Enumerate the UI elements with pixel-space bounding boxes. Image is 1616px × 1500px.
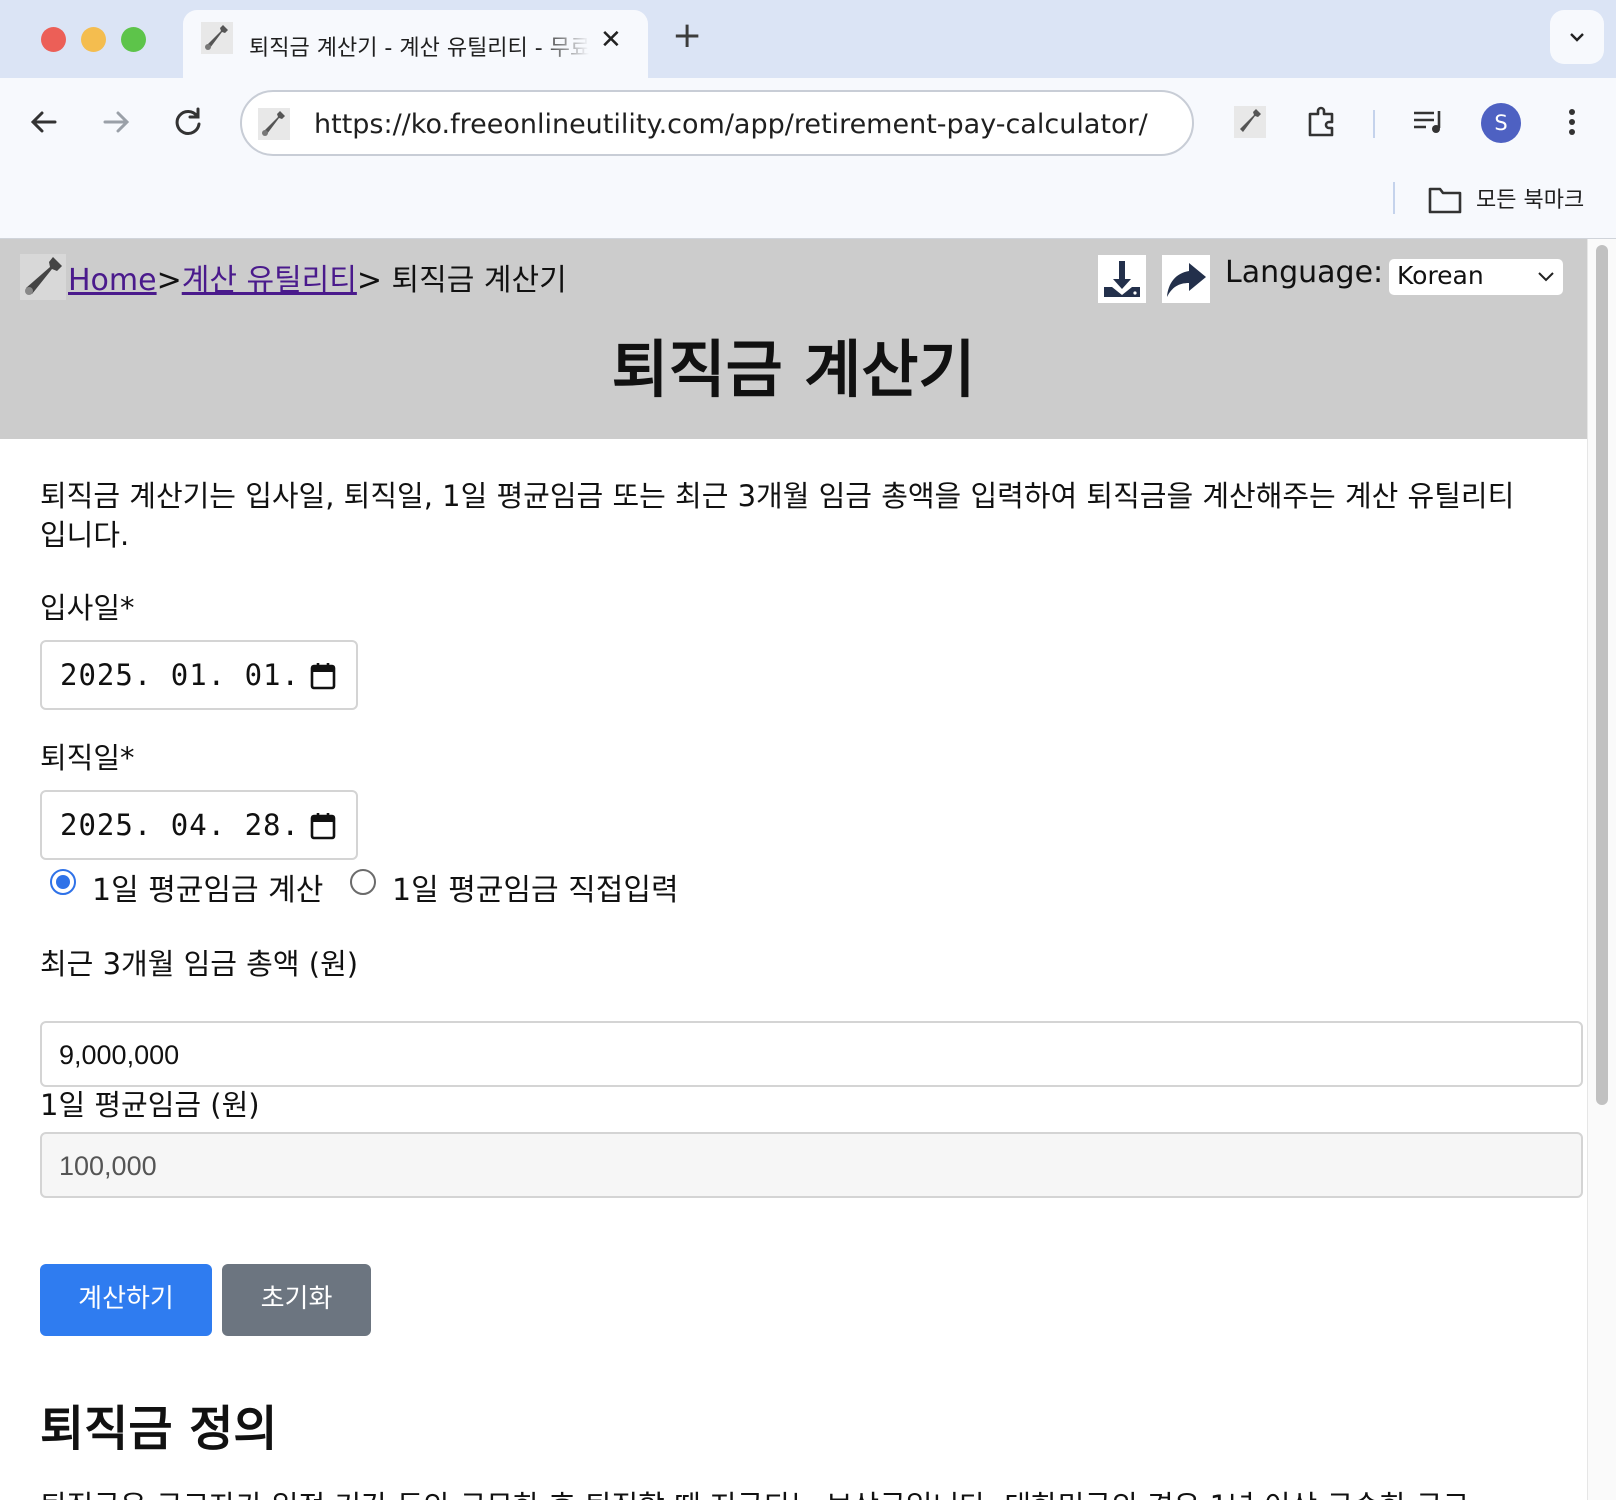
all-bookmarks-link[interactable]: 모든 북마크 (1476, 182, 1584, 214)
end-date-label: 퇴직일* (40, 741, 135, 775)
download-icon[interactable] (1098, 255, 1146, 303)
toolbar-divider (1373, 110, 1375, 138)
page-title: 퇴직금 계산기 (611, 333, 976, 406)
extension-wrench-icon[interactable] (1230, 102, 1270, 142)
radio-button-unselected[interactable] (350, 869, 376, 895)
language-select-value: Korean (1397, 261, 1484, 290)
radio-option-direct-input-label: 1일 평균임금 직접입력 (392, 873, 679, 908)
wage-total-input[interactable]: 9,000,000 (40, 1021, 1583, 1087)
reset-button[interactable]: 초기화 (222, 1264, 371, 1336)
daily-wage-input[interactable]: 100,000 (40, 1132, 1583, 1198)
window-zoom-button[interactable] (121, 27, 146, 52)
site-wrench-icon[interactable] (258, 108, 290, 140)
share-arrow-icon[interactable] (1162, 255, 1210, 303)
tab-search-button[interactable] (1550, 10, 1604, 64)
start-date-value: 2025. 01. 01. (60, 658, 300, 692)
site-header: Home>계산 유틸리티> 퇴직금 계산기 Language: Korean 퇴… (0, 239, 1587, 439)
breadcrumb-current: > 퇴직금 계산기 (356, 263, 567, 298)
wrench-icon (201, 22, 233, 54)
tab-close-icon[interactable]: ✕ (600, 27, 622, 53)
breadcrumb-separator: > (156, 263, 182, 298)
new-tab-button[interactable]: + (672, 18, 702, 54)
site-logo-wrench-icon[interactable] (20, 254, 66, 300)
window-close-button[interactable] (41, 27, 66, 52)
profile-avatar[interactable]: S (1481, 103, 1521, 143)
end-date-value: 2025. 04. 28. (60, 808, 300, 842)
bookmarks-bar: 모든 북마크 (0, 166, 1616, 239)
media-queue-icon[interactable] (1408, 102, 1448, 142)
section-title-definition: 퇴직금 정의 (40, 1401, 278, 1457)
scrollbar-thumb[interactable] (1596, 245, 1608, 1105)
bookmarks-divider (1393, 182, 1395, 214)
wage-total-label: 최근 3개월 임금 총액 (원) (40, 947, 359, 981)
calendar-icon[interactable] (310, 812, 336, 840)
daily-wage-label: 1일 평균임금 (원) (40, 1088, 260, 1122)
breadcrumb-category-link[interactable]: 계산 유틸리티 (182, 263, 357, 298)
chevron-down-icon (1538, 272, 1554, 282)
breadcrumb-home-link[interactable]: Home (68, 263, 157, 298)
url-text: https://ko.freeonlineutility.com/app/ret… (314, 109, 1148, 140)
calendar-icon[interactable] (310, 662, 336, 690)
start-date-label: 입사일* (40, 591, 135, 625)
forward-arrow-icon[interactable] (96, 102, 136, 142)
section-paragraph: 퇴직금은 근로자가 일정 기간 동안 근무한 후 퇴직할 때 지급되는 보상금입… (40, 1483, 1540, 1500)
radio-button-selected[interactable] (50, 869, 76, 895)
folder-icon[interactable] (1428, 185, 1462, 215)
active-tab[interactable]: 퇴직금 계산기 - 계산 유틸리티 - 무료 온라인 유틸리티 ✕ (183, 10, 648, 78)
reload-icon[interactable] (168, 102, 208, 142)
page-viewport: Home>계산 유틸리티> 퇴직금 계산기 Language: Korean 퇴… (0, 239, 1587, 1500)
start-date-input[interactable]: 2025. 01. 01. (40, 640, 358, 710)
tab-title: 퇴직금 계산기 - 계산 유틸리티 - 무료 온라인 유틸리티 (249, 36, 589, 60)
extensions-puzzle-icon[interactable] (1302, 102, 1342, 142)
radio-option-calculate-label: 1일 평균임금 계산 (92, 873, 324, 908)
page-scrollbar[interactable] (1587, 239, 1616, 1500)
language-select[interactable]: Korean (1389, 259, 1563, 295)
chevron-down-icon (1570, 33, 1584, 42)
end-date-input[interactable]: 2025. 04. 28. (40, 790, 358, 860)
calculator-description: 퇴직금 계산기는 입사일, 퇴직일, 1일 평균임금 또는 최근 3개월 임금 … (40, 479, 1515, 552)
language-label: Language: (1225, 255, 1384, 290)
breadcrumb: Home>계산 유틸리티> 퇴직금 계산기 (68, 255, 567, 299)
calculate-button[interactable]: 계산하기 (40, 1264, 212, 1336)
address-bar[interactable]: https://ko.freeonlineutility.com/app/ret… (240, 90, 1194, 156)
window-minimize-button[interactable] (81, 27, 106, 52)
browser-tab-strip: 퇴직금 계산기 - 계산 유틸리티 - 무료 온라인 유틸리티 ✕ + (0, 0, 1616, 78)
back-arrow-icon[interactable] (24, 102, 64, 142)
browser-toolbar: https://ko.freeonlineutility.com/app/ret… (0, 78, 1616, 166)
more-vert-icon[interactable] (1552, 102, 1592, 142)
